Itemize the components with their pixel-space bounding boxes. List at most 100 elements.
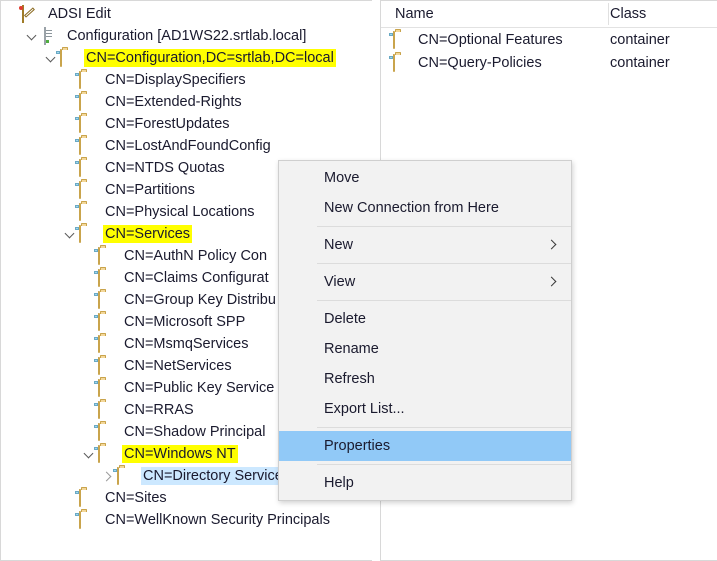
menu-separator <box>317 263 571 264</box>
menu-item-help[interactable]: Help <box>279 468 571 498</box>
menu-item-new-connection-from-here[interactable]: New Connection from Here <box>279 193 571 223</box>
tree-item-label: CN=Windows NT <box>122 445 238 463</box>
folder-icon-glyph <box>98 291 100 309</box>
menu-item-view[interactable]: View <box>279 267 571 297</box>
list-item-label: CN=Query-Policies <box>418 54 542 71</box>
folder-icon-glyph <box>79 71 81 89</box>
menu-separator <box>317 427 571 428</box>
menu-separator <box>317 464 571 465</box>
folder-icon <box>79 93 98 111</box>
folder-icon-glyph <box>98 445 100 463</box>
adsi-edit-icon <box>22 5 41 23</box>
menu-separator <box>317 226 571 227</box>
folder-icon <box>98 445 117 463</box>
menu-item-label: Delete <box>324 311 366 327</box>
folder-icon-glyph <box>79 511 81 529</box>
menu-item-export-list[interactable]: Export List... <box>279 394 571 424</box>
tree-item-label: CN=Services <box>103 225 193 243</box>
menu-item-label: New Connection from Here <box>324 200 499 216</box>
folder-icon <box>79 137 98 155</box>
folder-icon <box>98 335 117 353</box>
folder-icon-glyph <box>98 335 100 353</box>
tree-item-label: CN=Claims Configurat <box>124 270 269 286</box>
folder-icon-glyph <box>79 137 81 155</box>
tree-item[interactable]: CN=DisplaySpecifiers <box>1 69 372 91</box>
column-header-name[interactable]: Name <box>395 5 434 23</box>
server-icon-glyph <box>44 27 46 45</box>
tree-item[interactable]: CN=WellKnown Security Principals <box>1 509 372 531</box>
folder-icon <box>60 49 79 67</box>
tree-item-label: CN=LostAndFoundConfig <box>105 138 271 154</box>
chevron-right-icon <box>546 276 557 287</box>
tree-item-label: CN=Sites <box>105 490 167 506</box>
tree-item[interactable]: Configuration [AD1WS22.srtlab.local] <box>1 25 372 47</box>
menu-item-label: New <box>324 237 354 253</box>
list-column-header[interactable]: Name Class <box>381 1 717 28</box>
folder-icon <box>98 291 117 309</box>
folder-icon <box>98 423 117 441</box>
tree-item-label: CN=NTDS Quotas <box>105 160 225 176</box>
tree-item-label: CN=Directory Service <box>141 467 285 485</box>
menu-item-label: Properties <box>324 438 391 454</box>
folder-icon <box>79 489 98 507</box>
tree-item-label: CN=Microsoft SPP <box>124 314 246 330</box>
tree-item-label: CN=Public Key Service <box>124 380 275 396</box>
folder-icon-glyph <box>98 269 100 287</box>
menu-item-label: Help <box>324 475 354 491</box>
tree-item-label: Configuration [AD1WS22.srtlab.local] <box>67 28 307 44</box>
list-rows: CN=Optional Features container CN=Query-Po… <box>381 28 717 74</box>
list-item-label: CN=Optional Features <box>418 31 563 48</box>
list-item-class: container <box>610 54 670 71</box>
context-menu[interactable]: Move New Connection from Here New View Delet… <box>278 160 572 501</box>
tree-item[interactable]: CN=ForestUpdates <box>1 113 372 135</box>
folder-icon <box>98 379 117 397</box>
menu-item-label: View <box>324 274 356 290</box>
folder-icon <box>79 71 98 89</box>
folder-icon-glyph <box>79 489 81 507</box>
tree-item-label: ADSI Edit <box>48 6 111 22</box>
tree-item[interactable]: CN=Configuration,DC=srtlab,DC=local <box>1 47 372 69</box>
column-header-class[interactable]: Class <box>610 5 646 23</box>
tree-item-label: CN=Physical Locations <box>105 204 255 220</box>
adsi-edit-window: ADSI Edit Configuration [AD1WS22.srtlab.l… <box>0 0 717 561</box>
folder-icon <box>393 53 412 72</box>
tree-item[interactable]: CN=Extended-Rights <box>1 91 372 113</box>
folder-icon-glyph <box>79 181 81 199</box>
column-divider[interactable] <box>608 3 609 25</box>
adsi-edit-icon-glyph <box>22 5 24 23</box>
menu-item-properties[interactable]: Properties <box>279 431 571 461</box>
tree-item-label: CN=RRAS <box>124 402 194 418</box>
tree-item-label: CN=Extended-Rights <box>105 94 242 110</box>
menu-item-refresh[interactable]: Refresh <box>279 364 571 394</box>
table-row[interactable]: CN=Query-Policies container <box>381 51 717 74</box>
folder-icon <box>98 401 117 419</box>
folder-icon <box>79 225 98 243</box>
folder-icon <box>98 313 117 331</box>
folder-icon-glyph <box>117 467 119 485</box>
folder-icon-glyph <box>393 30 395 49</box>
folder-icon <box>79 115 98 133</box>
folder-icon <box>117 467 136 485</box>
folder-icon <box>79 159 98 177</box>
menu-item-move[interactable]: Move <box>279 163 571 193</box>
tree-item-label: CN=Shadow Principal <box>124 424 266 440</box>
tree-item-label: CN=DisplaySpecifiers <box>105 72 246 88</box>
tree-item[interactable]: CN=LostAndFoundConfig <box>1 135 372 157</box>
menu-item-label: Rename <box>324 341 379 357</box>
chevron-down-icon[interactable] <box>24 25 41 47</box>
server-icon <box>41 27 60 45</box>
folder-icon <box>98 269 117 287</box>
folder-icon-glyph <box>98 401 100 419</box>
folder-icon <box>393 30 412 49</box>
tree-item[interactable]: ADSI Edit <box>1 3 372 25</box>
tree-item-label: CN=WellKnown Security Principals <box>105 512 330 528</box>
table-row[interactable]: CN=Optional Features container <box>381 28 717 51</box>
menu-item-delete[interactable]: Delete <box>279 304 571 334</box>
menu-item-rename[interactable]: Rename <box>279 334 571 364</box>
folder-icon <box>98 247 117 265</box>
menu-item-new[interactable]: New <box>279 230 571 260</box>
folder-icon-glyph <box>98 313 100 331</box>
folder-icon-glyph <box>79 203 81 221</box>
tree-item-label: CN=MsmqServices <box>124 336 249 352</box>
tree-item-label: CN=Group Key Distribu <box>124 292 276 308</box>
